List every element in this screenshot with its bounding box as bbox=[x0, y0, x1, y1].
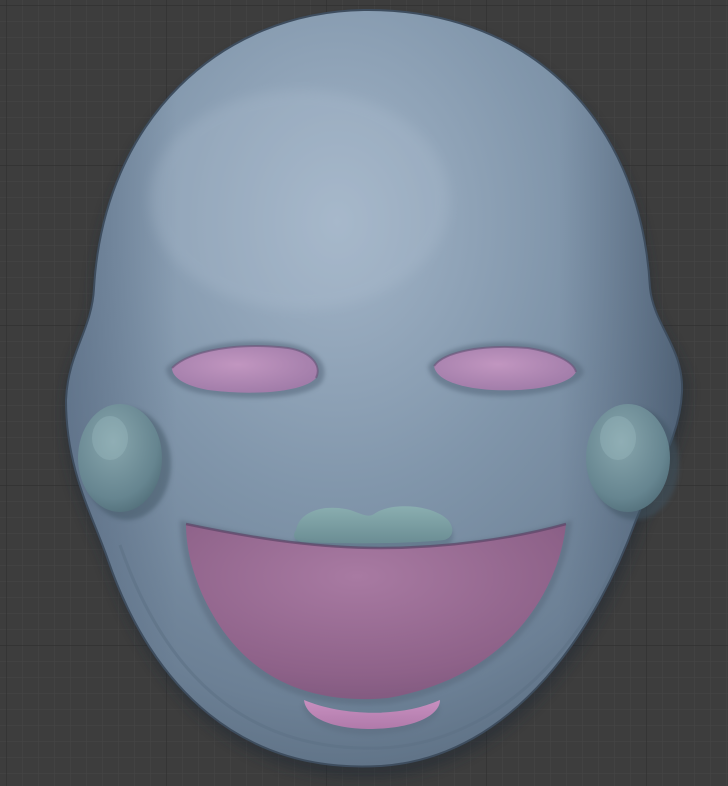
3d-viewport[interactable] bbox=[0, 0, 728, 786]
forehead-highlight bbox=[150, 90, 450, 310]
viewport-canvas[interactable] bbox=[0, 0, 728, 786]
